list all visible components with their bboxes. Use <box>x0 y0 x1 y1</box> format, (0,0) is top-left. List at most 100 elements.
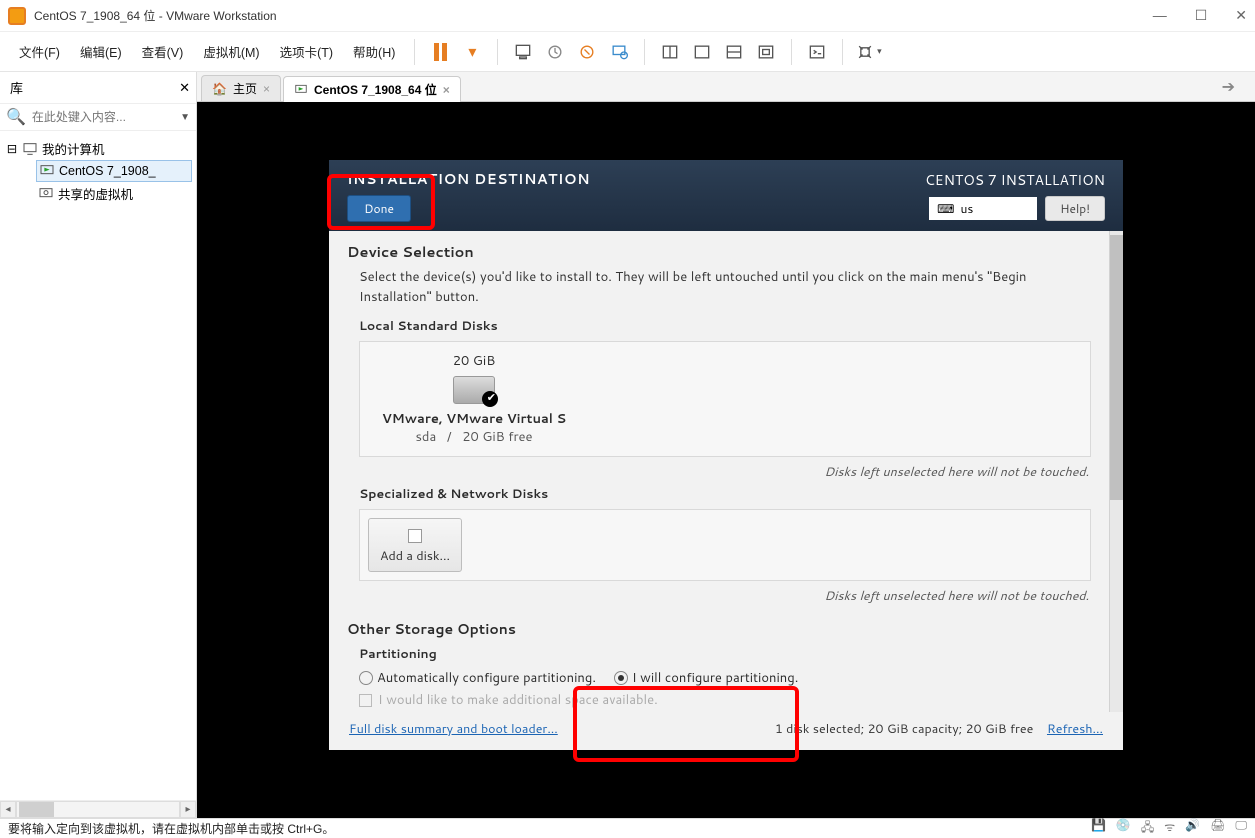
revert-snapshot-button[interactable] <box>572 37 602 67</box>
statusbar: 要将输入定向到该虚拟机，请在虚拟机内部单击或按 Ctrl+G。 💾 💿 🖧 ᯤ … <box>0 818 1255 838</box>
status-cd-icon[interactable]: 💿 <box>1116 818 1131 838</box>
status-devices: 💾 💿 🖧 ᯤ 🔊 🖨 🖵 <box>1091 818 1247 838</box>
tree-shared-vms[interactable]: 共享的虚拟机 <box>20 182 192 205</box>
status-display-icon[interactable]: 🖵 <box>1235 818 1247 838</box>
tab-close-button[interactable]: × <box>263 82 270 96</box>
console-button[interactable] <box>802 37 832 67</box>
add-disk-button[interactable]: Add a disk... <box>368 518 462 572</box>
menu-view[interactable]: 查看(V) <box>133 38 193 65</box>
checkbox-icon <box>359 694 372 707</box>
menubar: 文件(F) 编辑(E) 查看(V) 虚拟机(M) 选项卡(T) 帮助(H) ▾ … <box>0 32 1255 72</box>
tab-home[interactable]: 🏠 主页 × <box>201 75 281 101</box>
search-icon: 🔍 <box>6 107 26 127</box>
toolbar-divider <box>842 39 843 65</box>
manage-snapshot-button[interactable] <box>604 37 634 67</box>
library-title: 库 <box>6 76 27 99</box>
tree-centos-vm[interactable]: CentOS 7_1908_ <box>36 160 192 182</box>
status-hd-icon[interactable]: 💾 <box>1091 818 1106 838</box>
vm-running-icon <box>39 163 55 179</box>
power-dropdown-button[interactable]: ▾ <box>457 37 487 67</box>
tab-label: CentOS 7_1908_64 位 <box>314 81 437 98</box>
library-close-button[interactable]: ✕ <box>179 80 190 96</box>
keyboard-layout-selector[interactable]: ⌨ us <box>929 197 1037 220</box>
disk-capacity: 20 GiB <box>453 352 496 370</box>
pause-vm-button[interactable] <box>425 37 455 67</box>
statusbar-hint: 要将输入定向到该虚拟机，请在虚拟机内部单击或按 Ctrl+G。 <box>8 820 334 837</box>
menu-edit[interactable]: 编辑(E) <box>71 38 131 65</box>
snapshot-manager-button[interactable] <box>540 37 570 67</box>
stretch-dropdown-button[interactable]: ▾ <box>853 37 883 67</box>
local-disks-hint: Disks left unselected here will not be t… <box>347 463 1089 481</box>
search-dropdown-button[interactable]: ▼ <box>180 112 190 123</box>
checkbox-extra-space: I would like to make additional space av… <box>359 691 658 709</box>
menu-help[interactable]: 帮助(H) <box>344 38 404 65</box>
installer-header: INSTALLATION DESTINATION Done CENTOS 7 I… <box>329 160 1123 231</box>
refresh-link[interactable]: Refresh... <box>1047 720 1103 738</box>
done-button[interactable]: Done <box>347 195 411 222</box>
keyboard-layout-label: us <box>960 200 973 217</box>
radio-label: Automatically configure partitioning. <box>377 669 596 687</box>
installer-footer: Full disk summary and boot loader... 1 d… <box>329 712 1123 750</box>
radio-icon <box>614 671 628 685</box>
library-panel: 库 ✕ 🔍 ▼ ⊟ 我的计算机 CentOS 7_1908_ 共享的虚拟机 <box>0 72 197 818</box>
installer-window: INSTALLATION DESTINATION Done CENTOS 7 I… <box>329 160 1123 750</box>
tab-strip: 🏠 主页 × CentOS 7_1908_64 位 × ➔ <box>197 72 1255 102</box>
fullscreen-button[interactable] <box>751 37 781 67</box>
shared-vm-icon <box>38 186 54 202</box>
library-search-input[interactable] <box>32 110 162 124</box>
close-button[interactable]: ✕ <box>1235 7 1247 24</box>
snapshot-button[interactable] <box>508 37 538 67</box>
status-usb-icon[interactable]: ᯤ <box>1164 818 1175 838</box>
section-partitioning: Partitioning <box>347 645 1091 663</box>
vm-running-icon <box>294 83 308 97</box>
radio-manual-partition[interactable]: I will configure partitioning. <box>614 669 798 687</box>
installer-main: Device Selection Select the device(s) yo… <box>329 231 1109 712</box>
scroll-left-button[interactable]: ◂ <box>0 801 16 818</box>
add-disk-icon <box>408 529 422 543</box>
tab-centos[interactable]: CentOS 7_1908_64 位 × <box>283 76 461 102</box>
tab-close-button[interactable]: × <box>443 83 450 97</box>
installer-scrollbar[interactable] <box>1109 231 1123 712</box>
radio-icon <box>359 671 373 685</box>
menu-vm[interactable]: 虚拟机(M) <box>194 38 268 65</box>
disk-icon: ✔ <box>453 376 495 404</box>
minimize-button[interactable]: — <box>1153 7 1167 24</box>
footer-status: 1 disk selected; 20 GiB capacity; 20 GiB… <box>775 720 1033 738</box>
window-title: CentOS 7_1908_64 位 - VMware Workstation <box>34 7 277 24</box>
library-search: 🔍 ▼ <box>0 104 196 131</box>
vm-area: 🏠 主页 × CentOS 7_1908_64 位 × ➔ INSTALLATI… <box>197 72 1255 818</box>
disk-item[interactable]: 20 GiB ✔ VMware, VMware Virtual S sda / … <box>374 352 574 446</box>
maximize-button[interactable]: ☐ <box>1195 7 1208 24</box>
radio-auto-partition[interactable]: Automatically configure partitioning. <box>359 669 596 687</box>
section-network-disks: Specialized & Network Disks <box>347 485 1091 503</box>
scroll-thumb[interactable] <box>19 802 54 817</box>
fit-guest-button[interactable] <box>719 37 749 67</box>
full-disk-summary-link[interactable]: Full disk summary and boot loader... <box>349 720 558 738</box>
status-sound-icon[interactable]: 🔊 <box>1185 818 1200 838</box>
expander-icon[interactable]: ⊟ <box>6 141 18 156</box>
layout-single-button[interactable] <box>687 37 717 67</box>
keyboard-icon: ⌨ <box>937 200 954 217</box>
tree-my-computer[interactable]: ⊟ 我的计算机 <box>4 137 192 160</box>
library-hscroll[interactable]: ◂ ▸ <box>0 800 196 818</box>
device-selection-desc: Select the device(s) you'd like to insta… <box>347 268 1091 307</box>
section-local-disks: Local Standard Disks <box>347 317 1091 335</box>
layout-split-button[interactable] <box>655 37 685 67</box>
tab-label: 主页 <box>233 80 257 97</box>
tab-navigate-button[interactable]: ➔ <box>1218 73 1239 101</box>
vmware-logo-icon <box>8 7 26 25</box>
scroll-right-button[interactable]: ▸ <box>180 801 196 818</box>
menu-file[interactable]: 文件(F) <box>10 38 69 65</box>
status-net-icon[interactable]: 🖧 <box>1141 818 1154 838</box>
disk-name: VMware, VMware Virtual S <box>382 410 566 428</box>
status-printer-icon[interactable]: 🖨 <box>1210 818 1225 838</box>
menu-tabs[interactable]: 选项卡(T) <box>271 38 342 65</box>
scroll-thumb[interactable] <box>1110 235 1123 500</box>
toolbar-divider <box>414 39 415 65</box>
help-button[interactable]: Help! <box>1045 196 1105 221</box>
toolbar-divider <box>497 39 498 65</box>
local-disks-frame: 20 GiB ✔ VMware, VMware Virtual S sda / … <box>359 341 1091 457</box>
section-device-selection: Device Selection <box>347 241 1091 262</box>
guest-display[interactable]: INSTALLATION DESTINATION Done CENTOS 7 I… <box>197 102 1255 818</box>
toolbar-divider <box>791 39 792 65</box>
